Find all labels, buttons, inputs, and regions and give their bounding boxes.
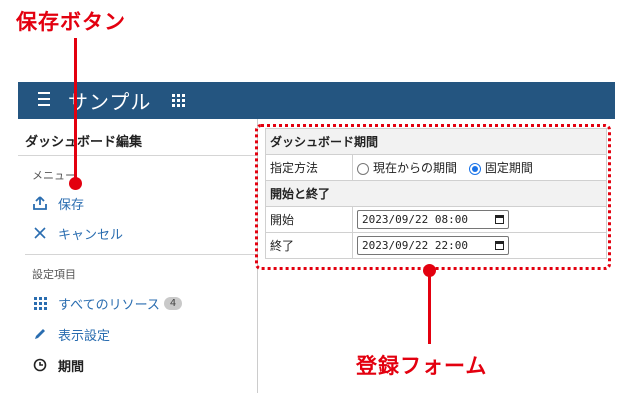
count-badge: 4 <box>163 296 183 310</box>
cancel-button-label: キャンセル <box>58 227 124 243</box>
save-callout-label: 保存ボタン <box>16 10 126 34</box>
divider <box>25 254 257 255</box>
close-icon <box>32 225 48 241</box>
grid-icon <box>32 295 48 311</box>
upload-icon <box>32 195 48 211</box>
sidebar: ダッシュボード編集 メニュー 保存 キャンセル 設定項目 すべてのリソース 4 … <box>18 119 258 393</box>
sidebar-item-label: すべてのリソース <box>58 297 160 313</box>
save-button-label: 保存 <box>58 197 85 213</box>
save-callout-dot <box>69 177 82 190</box>
save-callout-line <box>74 38 77 183</box>
save-button[interactable]: 保存 <box>32 192 84 214</box>
form-callout-line <box>428 272 431 344</box>
clock-icon <box>32 357 48 373</box>
sidebar-item-display-settings[interactable]: 表示設定 <box>32 323 110 345</box>
app-title: サンプル <box>68 90 152 114</box>
sidebar-title: ダッシュボード編集 <box>25 135 143 150</box>
form-callout-dot <box>423 264 436 277</box>
form-callout-label: 登録フォーム <box>356 354 488 378</box>
settings-section-label: 設定項目 <box>32 268 76 281</box>
pencil-icon <box>32 326 48 342</box>
hamburger-icon[interactable] <box>38 92 50 108</box>
app-header: サンプル <box>18 82 615 119</box>
sidebar-item-label: 表示設定 <box>58 328 111 344</box>
divider <box>18 155 257 156</box>
sidebar-item-period[interactable]: 期間 <box>32 354 84 376</box>
form-highlight-outline <box>255 124 611 270</box>
sidebar-item-all-resources[interactable]: すべてのリソース 4 <box>32 292 183 314</box>
sidebar-item-label: 期間 <box>58 359 85 375</box>
apps-grid-icon[interactable] <box>172 94 185 107</box>
cancel-button[interactable]: キャンセル <box>32 222 123 244</box>
